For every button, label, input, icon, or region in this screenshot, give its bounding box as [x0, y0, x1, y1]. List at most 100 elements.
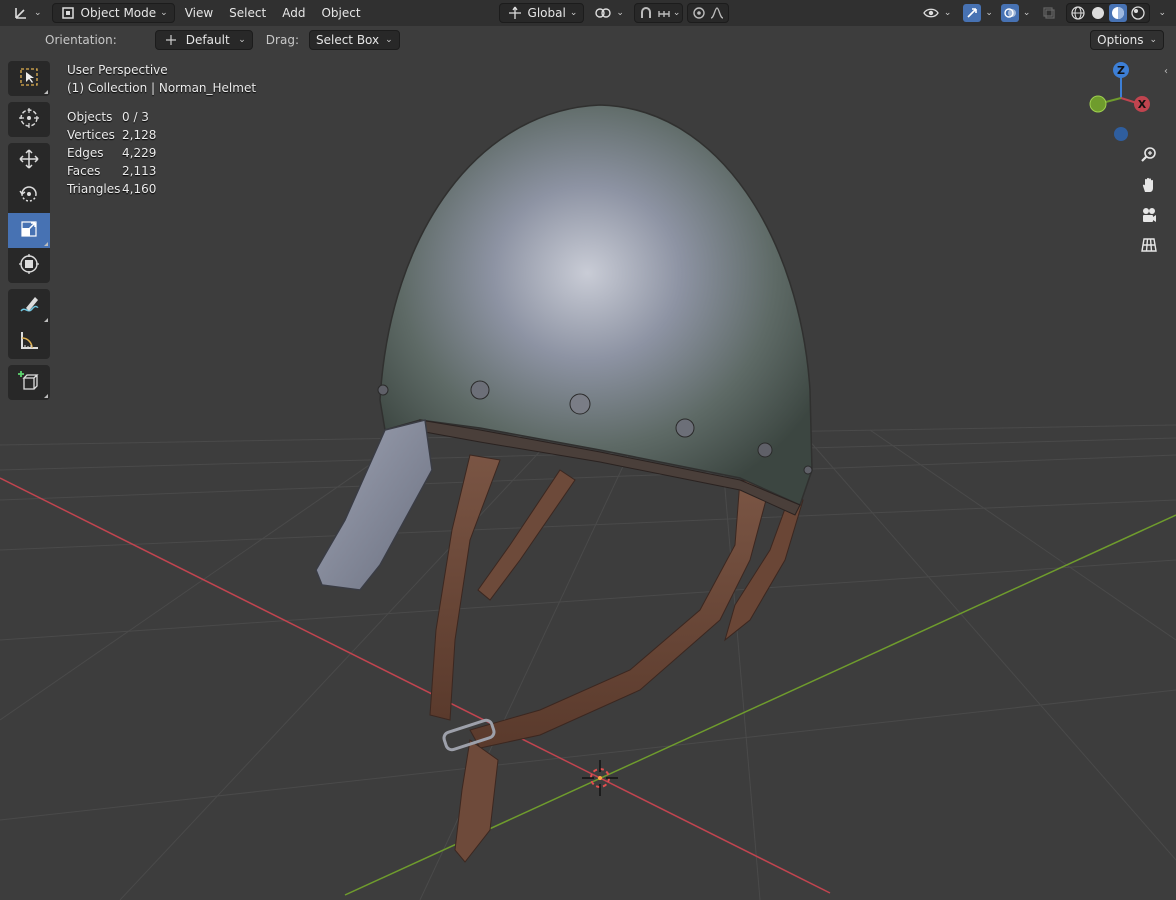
- measure-tool[interactable]: [8, 324, 50, 359]
- chevron-down-icon: ⌄: [1158, 8, 1166, 18]
- eye-icon: [922, 4, 940, 22]
- solid-shading-icon[interactable]: [1089, 4, 1107, 22]
- shading-group: [1066, 3, 1151, 23]
- gizmo-z-label: Z: [1117, 64, 1125, 77]
- options-dropdown[interactable]: Options ⌄: [1090, 30, 1164, 50]
- annotate-icon: [18, 294, 40, 319]
- drag-dropdown[interactable]: Select Box ⌄: [308, 30, 400, 50]
- transform-tool[interactable]: [8, 248, 50, 283]
- wireframe-shading-icon[interactable]: [1069, 4, 1087, 22]
- cursor-tool[interactable]: [8, 102, 50, 137]
- tool-variants-indicator: [44, 90, 48, 94]
- floor-grid: [0, 424, 1176, 900]
- mode-dropdown[interactable]: Object Mode ⌄: [51, 3, 175, 23]
- tool-shelf: [8, 61, 50, 406]
- gizmo-icon: [963, 4, 982, 22]
- transform-icon: [18, 253, 40, 278]
- view-name: User Perspective: [67, 63, 168, 77]
- gizmo-toggle-button[interactable]: ⌄: [961, 3, 995, 23]
- transform-orientation-dropdown[interactable]: Global ⌄: [498, 3, 585, 23]
- chevron-down-icon[interactable]: ⌄: [673, 8, 681, 18]
- menu-select[interactable]: Select: [223, 3, 272, 23]
- grid-view-icon: [1140, 236, 1158, 257]
- select-box-tool[interactable]: [8, 61, 50, 96]
- chevron-down-icon: ⌄: [1022, 8, 1031, 18]
- move-tool[interactable]: [8, 143, 50, 178]
- collection-info: (1) Collection | Norman_Helmet: [67, 81, 257, 95]
- axes-editor-icon: [12, 4, 30, 22]
- chevron-down-icon: ⌄: [1149, 35, 1157, 45]
- stat-row: Faces 2,113: [67, 162, 256, 180]
- x-axis-line: [0, 477, 831, 894]
- menu-add[interactable]: Add: [276, 3, 311, 23]
- viewport-header: ⌄ Object Mode ⌄ View Select Add Object G…: [0, 0, 1176, 26]
- chevron-down-icon: ⌄: [616, 8, 624, 18]
- navigation-gizmo[interactable]: Z X: [1084, 58, 1156, 148]
- falloff-curve-icon[interactable]: [708, 4, 726, 22]
- overlays-toggle-button[interactable]: ⌄: [999, 3, 1033, 23]
- tool-variants-indicator: [44, 242, 48, 246]
- chevron-down-icon: ⌄: [569, 8, 578, 18]
- menu-object[interactable]: Object: [315, 3, 366, 23]
- proportional-edit-icon[interactable]: [690, 4, 708, 22]
- gizmo-z-negative: [1114, 127, 1128, 141]
- tool-variants-indicator: [44, 394, 48, 398]
- visibility-button[interactable]: ⌄: [916, 3, 958, 23]
- cursor-icon: [18, 107, 40, 132]
- drag-label: Drag:: [265, 33, 299, 47]
- pan-button[interactable]: [1136, 173, 1162, 199]
- orientation-value: Default: [185, 33, 230, 47]
- orientation-label: Orientation:: [45, 33, 117, 47]
- xray-toggle-button[interactable]: [1036, 3, 1062, 23]
- tool-group-cursor: [8, 102, 50, 137]
- chevron-down-icon: ⌄: [160, 8, 168, 18]
- snap-increment-icon[interactable]: [655, 4, 673, 22]
- magnet-icon[interactable]: [637, 4, 655, 22]
- stat-row: Vertices 2,128: [67, 126, 256, 144]
- stat-row: Edges 4,229: [67, 144, 256, 162]
- pivot-link-icon: [594, 4, 612, 22]
- xray-icon: [1040, 4, 1058, 22]
- editor-type-button[interactable]: ⌄: [6, 3, 48, 23]
- camera-view-button[interactable]: [1136, 203, 1162, 229]
- move-icon: [18, 148, 40, 173]
- orientation-icon: [506, 4, 524, 22]
- stat-label: Faces: [67, 164, 101, 178]
- chevron-down-icon: ⌄: [385, 35, 393, 45]
- menu-view[interactable]: View: [179, 3, 219, 23]
- camera-icon: [1140, 206, 1158, 227]
- stat-value: 2,113: [122, 164, 157, 178]
- material-preview-icon[interactable]: [1109, 4, 1128, 22]
- shading-options-button[interactable]: ⌄: [1154, 3, 1170, 23]
- transform-orientation-label: Global: [527, 6, 566, 20]
- scale-icon: [19, 219, 39, 242]
- stat-value: 4,160: [122, 182, 157, 196]
- annotate-tool[interactable]: [8, 289, 50, 324]
- scale-tool[interactable]: [8, 213, 50, 248]
- tool-group-select: [8, 61, 50, 96]
- helmet-model: [315, 104, 813, 863]
- stat-label: Objects: [67, 110, 113, 124]
- add-cube-icon: [18, 370, 40, 395]
- overlay-icon: [1000, 4, 1019, 22]
- add-cube-tool[interactable]: [8, 365, 50, 400]
- zoom-button[interactable]: [1136, 143, 1162, 169]
- orientation-dropdown[interactable]: Default ⌄: [154, 30, 253, 50]
- proportional-edit-group: [687, 3, 730, 23]
- 3d-viewport[interactable]: ⌄ Object Mode ⌄ View Select Add Object G…: [0, 0, 1176, 900]
- mode-label: Object Mode: [80, 6, 157, 20]
- stat-label: Triangles: [67, 182, 121, 196]
- rotate-tool[interactable]: [8, 178, 50, 213]
- sidebar-toggle-chevron-icon[interactable]: ‹: [1164, 66, 1168, 77]
- drag-value: Select Box: [315, 33, 380, 47]
- pivot-point-button[interactable]: ⌄: [588, 3, 630, 23]
- rendered-shading-icon[interactable]: [1129, 4, 1147, 22]
- tool-group-add: [8, 365, 50, 400]
- tool-variants-indicator: [44, 318, 48, 322]
- chevron-down-icon: ⌄: [238, 35, 246, 45]
- ortho-toggle-button[interactable]: [1136, 233, 1162, 259]
- stat-label: Vertices: [67, 128, 115, 142]
- stat-value: 0 / 3: [122, 110, 149, 124]
- snap-group: ⌄: [633, 3, 684, 23]
- measure-icon: [18, 329, 40, 354]
